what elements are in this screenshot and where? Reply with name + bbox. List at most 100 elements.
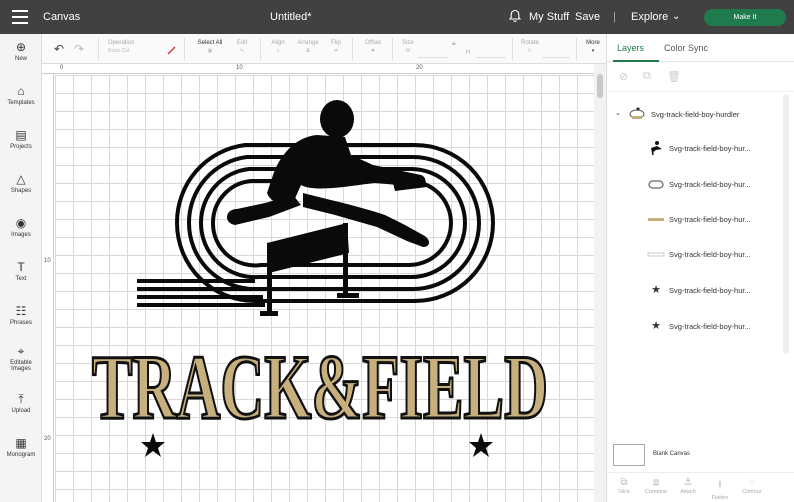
chevron-down-icon[interactable]: ⌄ <box>615 109 621 117</box>
toolbar-divider <box>392 38 393 60</box>
select-all-button[interactable]: Select All ▣ <box>192 40 228 54</box>
star-icon: ★ <box>651 320 661 332</box>
topbar-divider: | <box>613 11 616 23</box>
save-button[interactable]: Save <box>575 11 600 23</box>
layer-row[interactable]: Svg-track-field-boy-hur... <box>647 211 787 229</box>
sidebar-item-upload[interactable]: ⤒ Upload <box>0 392 42 414</box>
hamburger-menu-icon[interactable] <box>12 10 28 24</box>
layer-name: Svg-track-field-boy-hur... <box>669 215 751 224</box>
more-button[interactable]: More ▾ <box>582 40 604 54</box>
sidebar-item-shapes[interactable]: △ Shapes <box>0 172 42 194</box>
duplicate-icon[interactable]: ⧉ <box>643 70 655 82</box>
layer-row[interactable]: Svg-track-field-boy-hur... <box>647 176 787 194</box>
layer-row[interactable]: ★ Svg-track-field-boy-hur... <box>647 282 787 300</box>
size-w-input[interactable] <box>418 50 448 58</box>
contour-button[interactable]: ◌ Contour <box>737 477 767 495</box>
bell-icon[interactable] <box>508 9 522 23</box>
caret-down-icon: ▾ <box>591 48 595 54</box>
sidebar-item-new[interactable]: ⊕ New <box>0 40 42 62</box>
edit-toolbar: ↶ ↷ Operation Basic Cut Select All ▣ Edi… <box>42 34 606 64</box>
canvas-vertical-scrollbar[interactable] <box>594 64 606 502</box>
undo-icon[interactable]: ↶ <box>54 42 64 56</box>
combine-label: Combine <box>644 489 667 495</box>
toolbar-divider <box>576 38 577 60</box>
canvas-swatch[interactable] <box>613 444 645 466</box>
blank-canvas-row[interactable]: Blank Canvas <box>613 442 789 468</box>
sidebar-item-editable-images[interactable]: ⌖ Editable Images <box>0 344 42 372</box>
sidebar-item-monogram[interactable]: ▦ Monogram <box>0 436 42 458</box>
operation-select[interactable]: Operation Basic Cut <box>108 40 164 54</box>
phrases-icon: ☷ <box>15 304 27 318</box>
rotate-icon: ↻ <box>527 48 533 54</box>
size-h-input[interactable] <box>476 50 506 58</box>
sidebar-item-label: Templates <box>7 100 35 106</box>
text-icon <box>648 218 664 221</box>
lock-icon[interactable]: 🔒︎ <box>452 40 456 48</box>
edit-label: Edit <box>236 40 248 46</box>
sidebar-item-phrases[interactable]: ☷ Phrases <box>0 304 42 326</box>
upload-icon: ⤒ <box>18 392 24 406</box>
offset-button[interactable]: Offset ✸ <box>360 40 386 54</box>
layer-operations-bar: ⧉ Slice ⧈ Combine ⚓︎ Attach ⭳ Flatten ◌ … <box>607 472 794 502</box>
arrange-button[interactable]: Arrange ⧉ <box>294 40 322 54</box>
images-icon: ◉ <box>15 216 27 230</box>
group-icon[interactable]: ⊘ <box>619 70 631 83</box>
flip-button[interactable]: Flip ⇄ <box>326 40 346 54</box>
toolbar-divider <box>98 38 99 60</box>
flatten-button[interactable]: ⭳ Flatten <box>705 477 735 501</box>
chevron-down-icon[interactable]: ⌄ <box>672 11 680 22</box>
arrange-label: Arrange <box>297 40 319 46</box>
layer-group-row[interactable]: ⌄ Svg-track-field-boy-hurdler <box>615 106 790 122</box>
explore-menu[interactable]: Explore <box>631 11 668 23</box>
ruler-tick-label: 20 <box>44 436 51 442</box>
editable-images-icon: ⌖ <box>17 344 25 358</box>
attach-icon: ⚓︎ <box>683 477 693 488</box>
sidebar-item-label: New <box>14 56 27 62</box>
tab-color-sync[interactable]: Color Sync <box>664 43 708 53</box>
contour-icon: ◌ <box>749 477 755 488</box>
layer-row[interactable]: Svg-track-field-boy-hur... <box>647 140 787 158</box>
app-window: Canvas Untitled* My Stuff Save | Explore… <box>0 0 794 502</box>
attach-button[interactable]: ⚓︎ Attach <box>673 477 703 495</box>
hurdler-silhouette[interactable] <box>226 100 429 247</box>
pen-color-icon[interactable] <box>166 44 178 56</box>
toolbar-divider <box>260 38 261 60</box>
sidebar-item-images[interactable]: ◉ Images <box>0 216 42 238</box>
design-canvas[interactable]: TRACK&FIELD <box>55 75 594 502</box>
sidebar-item-label: Monogram <box>6 452 36 458</box>
layers-scrollbar[interactable] <box>783 94 789 354</box>
document-title[interactable]: Untitled* <box>270 11 312 23</box>
layer-row[interactable]: ★ Svg-track-field-boy-hur... <box>647 318 787 336</box>
my-stuff-link[interactable]: My Stuff <box>529 11 569 23</box>
track-field-title[interactable]: TRACK&FIELD <box>85 320 555 440</box>
operation-label: Operation <box>108 40 135 46</box>
arrange-icon: ⧉ <box>306 48 310 54</box>
rotate-input[interactable] <box>542 50 570 58</box>
layer-name: Svg-track-field-boy-hur... <box>669 286 751 295</box>
sidebar-item-label: Upload <box>11 408 31 414</box>
layer-name: Svg-track-field-boy-hur... <box>669 144 751 153</box>
size-section: Size W <box>398 40 418 54</box>
sidebar-item-text[interactable]: T Text <box>0 260 42 282</box>
star-icon: ★ <box>651 284 661 296</box>
sidebar-item-projects[interactable]: ▤ Projects <box>0 128 42 150</box>
slice-label: Slice <box>618 489 630 495</box>
flip-icon: ⇄ <box>333 48 339 54</box>
edit-button[interactable]: Edit ✎ <box>230 40 254 54</box>
edit-pen-icon: ✎ <box>239 48 245 54</box>
sidebar-item-label: Images <box>11 232 31 238</box>
scrollbar-thumb[interactable] <box>597 74 603 98</box>
more-label: More <box>586 40 600 46</box>
align-button[interactable]: Align ≡ <box>266 40 290 54</box>
make-it-button[interactable]: Make It <box>704 9 786 26</box>
tab-layers[interactable]: Layers <box>617 43 644 53</box>
sidebar-item-templates[interactable]: ⌂ Templates <box>0 84 42 106</box>
layer-row[interactable]: Svg-track-field-boy-hur... <box>647 246 787 264</box>
delete-icon[interactable]: 🗑︎ <box>667 70 681 83</box>
toolbar-divider <box>184 38 185 60</box>
combine-button[interactable]: ⧈ Combine <box>641 477 671 495</box>
redo-icon[interactable]: ↷ <box>74 42 84 56</box>
projects-icon: ▤ <box>15 128 27 142</box>
text-outline-icon <box>647 252 665 257</box>
slice-button[interactable]: ⧉ Slice <box>609 477 639 495</box>
